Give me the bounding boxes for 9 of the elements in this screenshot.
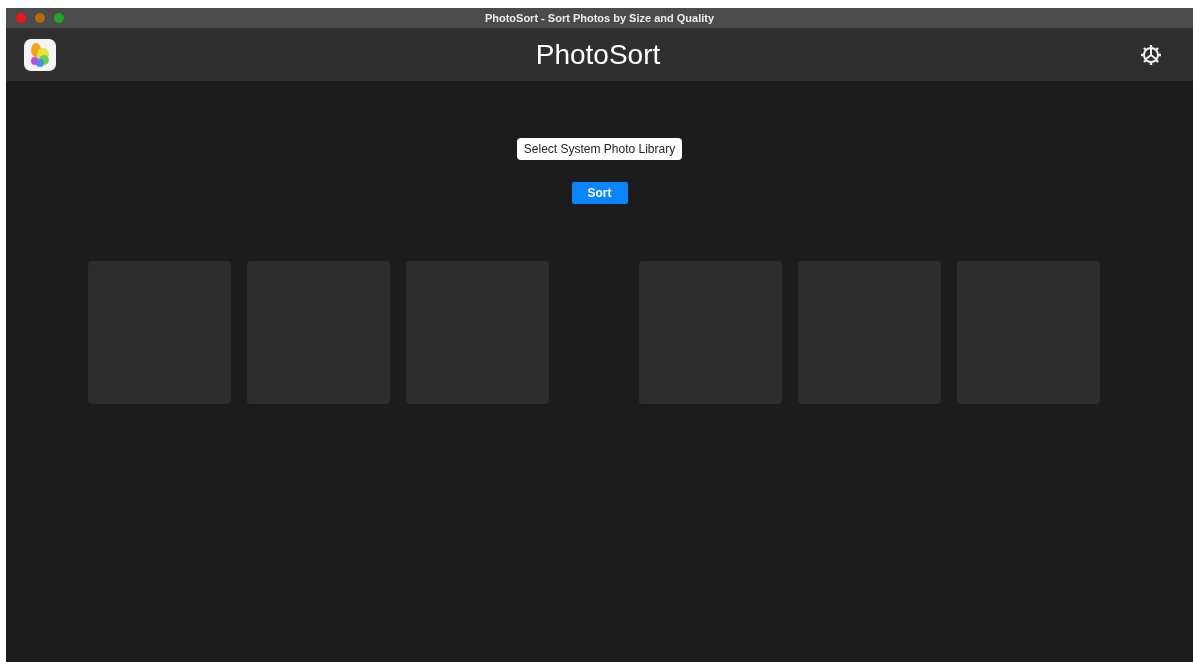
close-button[interactable] [16,13,26,23]
app-title: PhotoSort [535,38,661,71]
window-title: PhotoSort - Sort Photos by Size and Quality [484,12,715,24]
select-library-button[interactable]: Select System Photo Library [516,138,683,160]
minimize-button[interactable] [35,13,45,23]
sort-button[interactable]: Sort [571,182,628,204]
settings-icon[interactable] [1140,43,1162,66]
app-icon [24,38,56,71]
zoom-button[interactable] [54,13,64,23]
